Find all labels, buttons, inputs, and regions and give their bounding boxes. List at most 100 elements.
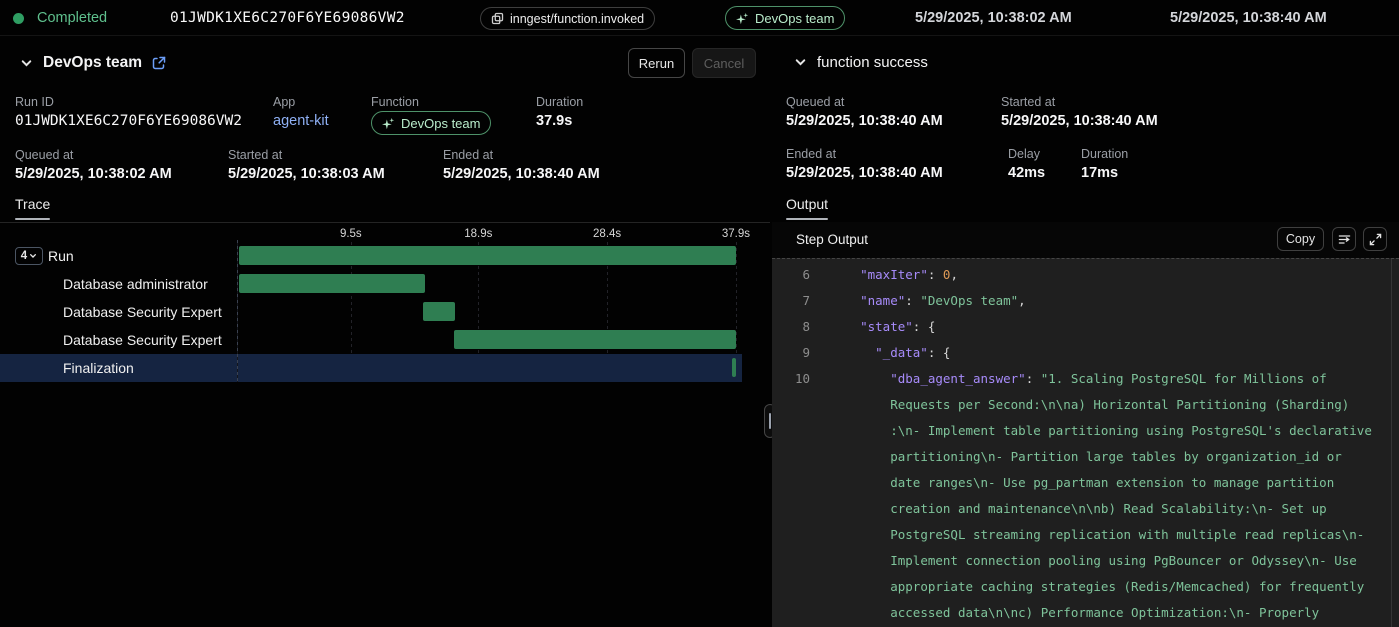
trace-span-bar[interactable] [732, 358, 736, 377]
line-number: 6 [772, 262, 810, 288]
function-badge-label: DevOps team [755, 11, 834, 26]
code-line: Implement connection pooling using PgBou… [772, 548, 1399, 574]
step-queued-at-label: Queued at [786, 95, 943, 109]
trace-row-finalization[interactable]: Finalization [0, 354, 742, 382]
line-number [772, 522, 810, 548]
step-title: function success [817, 54, 928, 71]
code-text: "_data": { [830, 340, 950, 366]
step-output-code-viewer[interactable]: 6 "maxIter": 0,7 "name": "DevOps team",8… [772, 258, 1399, 627]
line-number [772, 392, 810, 418]
step-delay-value: 42ms [1008, 165, 1045, 181]
code-line: 9 "_data": { [772, 340, 1399, 366]
function-badge[interactable]: DevOps team [725, 6, 845, 30]
function-label: Function [371, 95, 491, 109]
code-line: 10 "dba_agent_answer": "1. Scaling Postg… [772, 366, 1399, 392]
started-at-label: Started at [228, 148, 385, 162]
sparkle-icon [382, 117, 395, 130]
trace-row-database-security-expert[interactable]: Database Security Expert [0, 326, 742, 354]
timeline-start-gridline [237, 240, 238, 382]
line-number: 7 [772, 288, 810, 314]
copy-button[interactable]: Copy [1277, 227, 1324, 251]
run-queued-timestamp: 5/29/2025, 10:38:02 AM [915, 0, 1072, 36]
code-line: date ranges\n- Use pg_partman extension … [772, 470, 1399, 496]
code-text: appropriate caching strategies (Redis/Me… [830, 574, 1364, 600]
code-line: creation and maintenance\n\nb) Read Scal… [772, 496, 1399, 522]
queued-at-value: 5/29/2025, 10:38:02 AM [15, 166, 172, 182]
code-line: PostgreSQL streaming replication with mu… [772, 522, 1399, 548]
code-text: "maxIter": 0, [830, 262, 958, 288]
sparkle-icon [736, 12, 749, 25]
rerun-button[interactable]: Rerun [628, 48, 685, 78]
code-scrollbar-track[interactable] [1391, 259, 1392, 627]
collapse-step-chevron-icon[interactable] [794, 56, 807, 69]
run-id-label: Run ID [15, 95, 242, 109]
run-summary-topbar: Completed 01JWDK1XE6C270F6YE69086VW2 inn… [0, 0, 1399, 36]
tab-trace[interactable]: Trace [15, 196, 50, 220]
inngest-run-details-window: Completed 01JWDK1XE6C270F6YE69086VW2 inn… [0, 0, 1399, 627]
event-badge-label: inngest/function.invoked [510, 12, 644, 26]
code-text: Requests per Second:\n\na) Horizontal Pa… [830, 392, 1349, 418]
started-at-value: 5/29/2025, 10:38:03 AM [228, 166, 385, 182]
axis-tick-label: 37.9s [722, 228, 750, 240]
expand-output-button[interactable] [1363, 227, 1387, 251]
trace-span-bar[interactable] [423, 302, 456, 321]
trace-row-label: Finalization [63, 354, 134, 382]
code-text: "state": { [830, 314, 935, 340]
step-ended-at-label: Ended at [786, 147, 943, 161]
tab-output[interactable]: Output [786, 196, 828, 220]
function-value-badge[interactable]: DevOps team [371, 111, 491, 135]
ended-at-value: 5/29/2025, 10:38:40 AM [443, 166, 600, 182]
app-link[interactable]: agent-kit [273, 113, 329, 129]
code-text: creation and maintenance\n\nb) Read Scal… [830, 496, 1327, 522]
trace-row-database-administrator[interactable]: Database administrator [0, 270, 742, 298]
step-queued-at-value: 5/29/2025, 10:38:40 AM [786, 113, 943, 129]
word-wrap-button[interactable] [1332, 227, 1356, 251]
code-line: 7 "name": "DevOps team", [772, 288, 1399, 314]
trace-span-bar[interactable] [239, 274, 425, 293]
trace-row-database-security-expert[interactable]: Database Security Expert [0, 298, 742, 326]
code-text: PostgreSQL streaming replication with mu… [830, 522, 1364, 548]
span-count-expander[interactable]: 4 [15, 247, 43, 265]
trace-row-label: Database Security Expert [63, 326, 222, 354]
code-line: partitioning\n- Partition large tables b… [772, 444, 1399, 470]
axis-tick-label: 18.9s [464, 228, 492, 240]
trace-span-bar[interactable] [239, 246, 736, 265]
function-value-label: DevOps team [401, 116, 480, 131]
line-number: 10 [772, 366, 810, 392]
step-delay-label: Delay [1008, 147, 1045, 161]
run-ended-timestamp: 5/29/2025, 10:38:40 AM [1170, 0, 1327, 36]
code-line: Requests per Second:\n\na) Horizontal Pa… [772, 392, 1399, 418]
line-number [772, 548, 810, 574]
step-duration-label: Duration [1081, 147, 1128, 161]
expand-icon [1369, 233, 1382, 246]
trace-row-label: Database Security Expert [63, 298, 222, 326]
ended-at-label: Ended at [443, 148, 600, 162]
app-label: App [273, 95, 329, 109]
cancel-button[interactable]: Cancel [692, 48, 756, 78]
run-id-value: 01JWDK1XE6C270F6YE69086VW2 [15, 113, 242, 129]
trigger-event-badge[interactable]: inngest/function.invoked [480, 7, 655, 30]
wrap-lines-icon [1338, 233, 1351, 246]
code-text: :\n- Implement table partitioning using … [830, 418, 1372, 444]
line-number: 9 [772, 340, 810, 366]
step-detail-panel: function success Queued at 5/29/2025, 10… [772, 36, 1399, 627]
trace-row-run[interactable]: 4 Run [0, 242, 742, 270]
code-line: :\n- Implement table partitioning using … [772, 418, 1399, 444]
trace-row-label: Database administrator [63, 270, 208, 298]
trace-span-bar[interactable] [454, 330, 736, 349]
line-number: 8 [772, 314, 810, 340]
collapse-run-chevron-icon[interactable] [20, 57, 33, 70]
step-output-header: Step Output Copy [772, 222, 1399, 258]
duration-label: Duration [536, 95, 583, 109]
code-text: "name": "DevOps team", [830, 288, 1026, 314]
trace-timeline: 9.5s18.9s28.4s37.9s4RunDatabase administ… [0, 228, 770, 388]
external-link-icon[interactable] [152, 56, 166, 70]
step-ended-at-value: 5/29/2025, 10:38:40 AM [786, 165, 943, 181]
axis-tick-label: 9.5s [340, 228, 362, 240]
line-number [772, 574, 810, 600]
code-text: partitioning\n- Partition large tables b… [830, 444, 1342, 470]
status-dot-icon [13, 13, 24, 24]
code-text: accessed data\n\nc) Performance Optimiza… [830, 600, 1319, 626]
step-started-at-value: 5/29/2025, 10:38:40 AM [1001, 113, 1158, 129]
trace-row-label: Run [48, 242, 74, 270]
